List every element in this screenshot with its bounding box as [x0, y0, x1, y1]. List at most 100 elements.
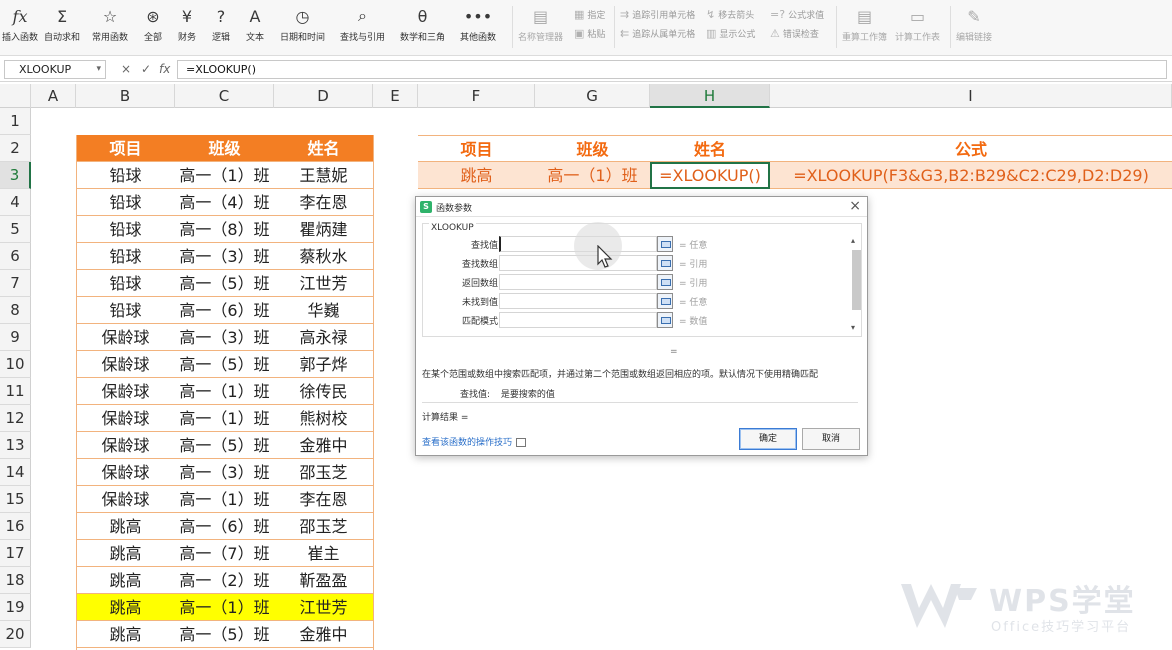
column-header-G[interactable]: G	[535, 84, 650, 108]
specify-button[interactable]: ▦ 指定	[574, 8, 605, 21]
left-table-cell[interactable]: 保龄球	[76, 378, 175, 405]
left-table-cell[interactable]: 郭子烨	[274, 351, 373, 378]
left-table-cell[interactable]: 邵玉芝	[274, 459, 373, 486]
ribbon-button-more[interactable]: ••• 其他函数	[460, 4, 496, 50]
range-select-icon[interactable]	[657, 236, 673, 252]
trace-dependents-button[interactable]: ⇇ 追踪从属单元格	[620, 27, 695, 40]
row-header-12[interactable]: 12	[0, 405, 31, 432]
left-table-cell[interactable]: 铅球	[76, 216, 175, 243]
ribbon-button-logic[interactable]: ? 逻辑	[212, 4, 230, 50]
left-table-cell[interactable]: 保龄球	[76, 405, 175, 432]
ribbon-button-lookup[interactable]: ⌕ 查找与引用	[340, 4, 385, 50]
left-table-cell[interactable]: 高一（6）班	[175, 513, 274, 540]
arguments-scrollbar[interactable]: ▴ ▾	[851, 236, 861, 332]
left-table-cell[interactable]: 高一（1）班	[175, 594, 274, 621]
scroll-up-icon[interactable]: ▴	[851, 236, 855, 245]
left-table-cell[interactable]: 高一（5）班	[175, 621, 274, 648]
argument-input[interactable]	[499, 293, 657, 309]
paste-button[interactable]: ▣ 粘贴	[574, 27, 605, 40]
close-icon[interactable]: ×	[849, 198, 861, 214]
show-formulas-button[interactable]: ▥ 显示公式	[706, 27, 755, 40]
ok-button[interactable]: 确定	[739, 428, 797, 450]
formula-input[interactable]: =XLOOKUP()	[177, 60, 1167, 79]
left-table-cell[interactable]: 高一（1）班	[175, 486, 274, 513]
left-table-cell[interactable]: 江世芳	[274, 594, 373, 621]
left-table-cell[interactable]: 崔主	[274, 540, 373, 567]
right-table-header-cell[interactable]: 项目	[418, 135, 535, 162]
row-header-1[interactable]: 1	[0, 108, 31, 135]
ribbon-button-fx[interactable]: fx 插入函数	[2, 4, 38, 50]
row-header-18[interactable]: 18	[0, 567, 31, 594]
left-table-cell[interactable]: 高一（5）班	[175, 351, 274, 378]
row-header-19[interactable]: 19	[0, 594, 31, 621]
row-header-6[interactable]: 6	[0, 243, 31, 270]
range-select-icon[interactable]	[657, 255, 673, 271]
name-manager-button[interactable]: ▤ 名称管理器	[518, 4, 563, 50]
right-table-cell[interactable]: 高一（1）班	[535, 162, 650, 189]
left-table-cell[interactable]: 高一（6）班	[175, 297, 274, 324]
ribbon-button-all-functions[interactable]: ⊛ 全部	[144, 4, 162, 50]
left-table-cell[interactable]: 瞿炳建	[274, 216, 373, 243]
name-box[interactable]: XLOOKUP ▾	[4, 60, 106, 79]
column-header-E[interactable]: E	[373, 84, 418, 108]
left-table-cell[interactable]: 跳高	[76, 621, 175, 648]
row-header-2[interactable]: 2	[0, 135, 31, 162]
left-table-cell[interactable]: 靳盈盈	[274, 567, 373, 594]
row-header-15[interactable]: 15	[0, 486, 31, 513]
active-cell-h3[interactable]: =XLOOKUP()	[650, 162, 770, 189]
left-table-cell[interactable]: 高一（5）班	[175, 432, 274, 459]
column-header-C[interactable]: C	[175, 84, 274, 108]
left-table-cell[interactable]: 跳高	[76, 513, 175, 540]
left-table-cell[interactable]: 保龄球	[76, 486, 175, 513]
ribbon-button-finance[interactable]: ¥ 财务	[178, 4, 196, 50]
column-header-I[interactable]: I	[770, 84, 1172, 108]
row-header-16[interactable]: 16	[0, 513, 31, 540]
ribbon-button-text[interactable]: A 文本	[246, 4, 264, 50]
column-header-D[interactable]: D	[274, 84, 373, 108]
ribbon-button-clock[interactable]: ◷ 日期和时间	[280, 4, 325, 50]
error-check-button[interactable]: ⚠ 错误检查	[770, 27, 819, 40]
range-select-icon[interactable]	[657, 312, 673, 328]
row-header-17[interactable]: 17	[0, 540, 31, 567]
left-table-cell[interactable]: 保龄球	[76, 351, 175, 378]
left-table-cell[interactable]: 金雅中	[274, 432, 373, 459]
left-table-cell[interactable]: 徐传民	[274, 378, 373, 405]
left-table-cell[interactable]: 铅球	[76, 243, 175, 270]
argument-input[interactable]	[499, 274, 657, 290]
cancel-button[interactable]: 取消	[802, 428, 860, 450]
left-table-cell[interactable]: 邵玉芝	[274, 513, 373, 540]
left-table-cell[interactable]: 高一（8）班	[175, 216, 274, 243]
row-header-10[interactable]: 10	[0, 351, 31, 378]
confirm-icon[interactable]: ✓	[141, 62, 151, 76]
left-table-cell[interactable]: 高一（4）班	[175, 189, 274, 216]
left-table-cell[interactable]: 跳高	[76, 594, 175, 621]
left-table-header-cell[interactable]: 班级	[175, 135, 274, 162]
evaluate-formula-button[interactable]: =? 公式求值	[770, 8, 824, 21]
row-header-13[interactable]: 13	[0, 432, 31, 459]
right-table-header-cell[interactable]: 班级	[535, 135, 650, 162]
left-table-cell[interactable]: 高一（3）班	[175, 324, 274, 351]
fx-icon[interactable]: fx	[159, 62, 170, 76]
left-table-cell[interactable]: 江世芳	[274, 270, 373, 297]
left-table-cell[interactable]: 熊树校	[274, 405, 373, 432]
column-header-A[interactable]: A	[31, 84, 76, 108]
left-table-cell[interactable]: 保龄球	[76, 324, 175, 351]
right-table-header-cell[interactable]: 姓名	[650, 135, 770, 162]
left-table-cell[interactable]: 高一（5）班	[175, 270, 274, 297]
left-table-cell[interactable]: 铅球	[76, 297, 175, 324]
scrollbar-thumb[interactable]	[852, 250, 861, 310]
chevron-down-icon[interactable]: ▾	[96, 61, 101, 78]
row-header-8[interactable]: 8	[0, 297, 31, 324]
ribbon-button-star[interactable]: ☆ 常用函数	[92, 4, 128, 50]
left-table-cell[interactable]: 高永禄	[274, 324, 373, 351]
edit-links-button[interactable]: ✎ 编辑链接	[956, 4, 992, 50]
row-header-11[interactable]: 11	[0, 378, 31, 405]
row-header-9[interactable]: 9	[0, 324, 31, 351]
recalc-workbook-button[interactable]: ▤ 重算工作簿	[842, 4, 887, 50]
calc-sheet-button[interactable]: ▭ 计算工作表	[895, 4, 940, 50]
range-select-icon[interactable]	[657, 293, 673, 309]
left-table-cell[interactable]: 跳高	[76, 567, 175, 594]
left-table-cell[interactable]: 华巍	[274, 297, 373, 324]
trace-precedents-button[interactable]: ⇉ 追踪引用单元格	[620, 8, 695, 21]
left-table-cell[interactable]: 李在恩	[274, 189, 373, 216]
